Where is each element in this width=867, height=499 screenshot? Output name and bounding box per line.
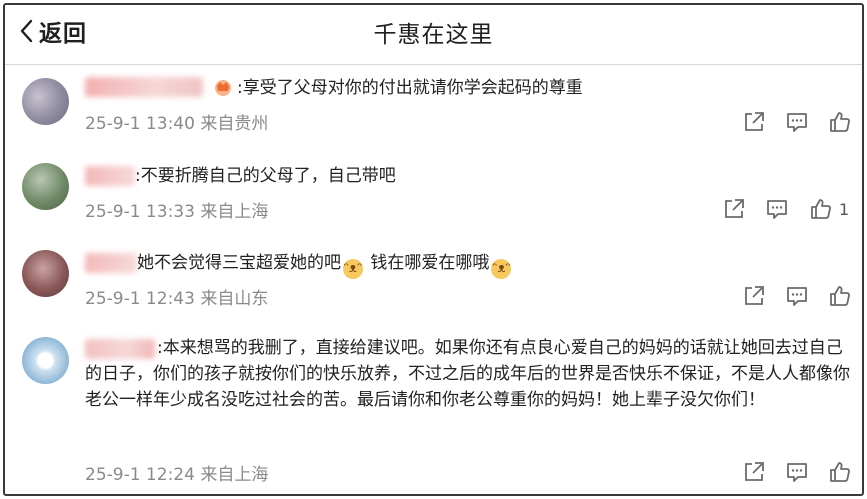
comment-time: 25-9-1 13:33 bbox=[85, 202, 195, 222]
like-icon[interactable] bbox=[828, 110, 852, 134]
comment-text: :享受了父母对你的付出就请你学会起码的尊重 bbox=[209, 75, 583, 101]
comment-icon[interactable] bbox=[785, 284, 809, 308]
cat-emoji-icon: ᵔᴥᵔ bbox=[343, 259, 363, 279]
comment-location: 来自山东 bbox=[200, 289, 269, 309]
like-icon[interactable] bbox=[828, 284, 852, 308]
comment-body: 她不会觉得三宝超爱她的吧 bbox=[137, 253, 341, 273]
comment-body: :享受了父母对你的付出就请你学会起码的尊重 bbox=[237, 78, 583, 98]
avatar[interactable] bbox=[22, 250, 69, 297]
crown-badge-icon bbox=[213, 77, 233, 97]
comment-icon[interactable] bbox=[765, 197, 789, 221]
nav-bar: 返回 千惠在这里 bbox=[5, 5, 862, 57]
comment-meta: 25-9-1 13:40 来自贵州 bbox=[85, 109, 268, 134]
comment-item: :不要折腾自己的父母了，自己带吧 25-9-1 13:33 来自上海 1 bbox=[5, 151, 862, 237]
avatar[interactable] bbox=[22, 78, 69, 125]
cat-emoji-icon: ᵔᴥᵔ bbox=[491, 259, 512, 279]
comment-meta: 25-9-1 13:33 来自上海 bbox=[85, 197, 268, 222]
comment-location: 来自上海 bbox=[200, 465, 269, 485]
share-icon[interactable] bbox=[742, 110, 766, 134]
comment-time: 25-9-1 12:43 bbox=[85, 289, 195, 309]
comment-page: 返回 千惠在这里 :享受了父母对你的付出就请你学会起码的尊重 25-9-1 13… bbox=[3, 3, 864, 496]
like-count: 1 bbox=[839, 200, 850, 219]
share-icon[interactable] bbox=[742, 284, 766, 308]
comment-meta: 25-9-1 12:43 来自山东 bbox=[85, 284, 268, 309]
comment-time: 25-9-1 13:40 bbox=[85, 114, 195, 134]
username-redacted[interactable] bbox=[85, 166, 135, 186]
comment-body-2: 钱在哪爱在哪哦 bbox=[365, 253, 490, 273]
username-redacted[interactable] bbox=[85, 253, 137, 273]
share-icon[interactable] bbox=[722, 197, 746, 221]
like-icon[interactable] bbox=[809, 197, 833, 221]
avatar[interactable] bbox=[22, 163, 69, 210]
comment-meta: 25-9-1 12:24 来自上海 bbox=[85, 460, 268, 485]
comment-item: :享受了父母对你的付出就请你学会起码的尊重 25-9-1 13:40 来自贵州 bbox=[5, 65, 862, 145]
share-icon[interactable] bbox=[742, 460, 766, 484]
avatar[interactable] bbox=[22, 337, 69, 384]
comment-icon[interactable] bbox=[785, 460, 809, 484]
comment-time: 25-9-1 12:24 bbox=[85, 465, 195, 485]
comment-text: 她不会觉得三宝超爱她的吧 ᵔᴥᵔ 钱在哪爱在哪哦 ᵔᴥᵔ bbox=[137, 250, 513, 279]
username-redacted[interactable] bbox=[85, 77, 203, 97]
comment-item: :本来想骂的我删了，直接给建议吧。如果你还有点良心爱自己的妈妈的话就让她回去过自… bbox=[5, 325, 862, 494]
page-title: 千惠在这里 bbox=[373, 22, 494, 48]
comment-text: :不要折腾自己的父母了，自己带吧 bbox=[135, 166, 396, 186]
comment-item: 她不会觉得三宝超爱她的吧 ᵔᴥᵔ 钱在哪爱在哪哦 ᵔᴥᵔ 25-9-1 12:43 … bbox=[5, 238, 862, 324]
comment-location: 来自贵州 bbox=[200, 114, 269, 134]
comment-text: :本来想骂的我删了，直接给建议吧。如果你还有点良心爱自己的妈妈的话就让她回去过自… bbox=[85, 338, 850, 410]
comment-location: 来自上海 bbox=[200, 202, 269, 222]
like-icon[interactable] bbox=[828, 460, 852, 484]
comment-icon[interactable] bbox=[785, 110, 809, 134]
